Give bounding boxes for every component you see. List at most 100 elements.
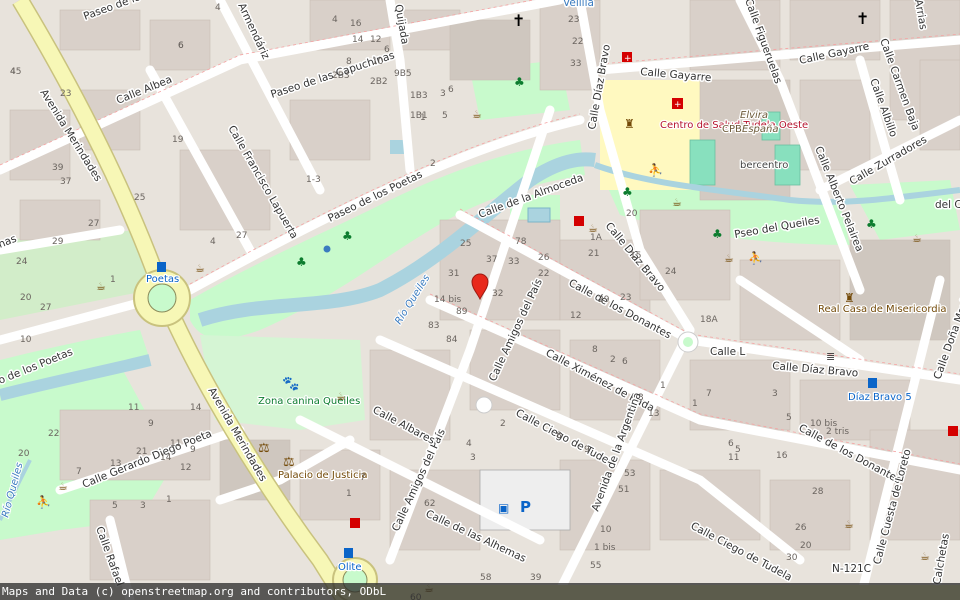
fitness-icon-2: ⛹ xyxy=(36,494,51,509)
house-number: 4 xyxy=(215,3,221,13)
house-number: 4 xyxy=(332,15,338,25)
house-number: 39 xyxy=(530,573,542,583)
house-number: 10 xyxy=(600,525,612,535)
house-number: 3 xyxy=(638,393,644,403)
house-number: 83 xyxy=(428,321,439,331)
house-number: 8 xyxy=(592,345,598,355)
house-number: 9 xyxy=(584,445,590,455)
house-number: 1 xyxy=(166,495,172,505)
label-calle-l: Calle L xyxy=(710,346,745,358)
house-number: 1 xyxy=(110,275,116,285)
house-number: 19 xyxy=(172,135,184,145)
house-number: 6 xyxy=(178,41,184,51)
house-number: 13 xyxy=(110,459,121,469)
house-number: 1 bis xyxy=(594,543,616,553)
church-icon: ✝ xyxy=(512,11,525,30)
house-number: 33 xyxy=(508,257,519,267)
monument-icon: ♜ xyxy=(844,291,855,305)
poi-diazbravo-stop: Díaz Bravo 5 xyxy=(848,391,912,403)
playground-icon-3: ♣ xyxy=(296,255,307,269)
house-number: 23 xyxy=(568,15,579,25)
house-number: 8 xyxy=(346,57,352,67)
bus-stop-icon-3 xyxy=(868,378,877,388)
fountain-icon xyxy=(323,245,331,253)
house-number: 4 xyxy=(210,237,216,247)
house-number: 24 xyxy=(665,267,677,277)
car-icon: ▣ xyxy=(498,501,509,515)
house-number: 89 xyxy=(456,307,468,317)
house-number: 6 xyxy=(384,45,390,55)
house-number: 25 xyxy=(460,239,471,249)
house-number: 21 xyxy=(588,249,599,259)
house-number: 55 xyxy=(590,561,601,571)
cafe-icon-3: ☕ xyxy=(96,280,106,293)
cafe-icon-4: ☕ xyxy=(672,196,682,209)
house-number: 20 xyxy=(18,449,30,459)
house-number: 33 xyxy=(570,59,581,69)
house-number: 20 xyxy=(800,541,812,551)
house-number: 12 xyxy=(180,463,191,473)
house-number: 9B5 xyxy=(394,69,412,79)
cafe-icon-6: ☕ xyxy=(724,252,734,265)
house-number: 8 xyxy=(556,431,562,441)
house-number: 5 xyxy=(786,413,792,423)
house-number: 3 xyxy=(772,389,778,399)
roundabout-island xyxy=(147,283,177,313)
house-number: 31 xyxy=(448,269,459,279)
label-delc: del C xyxy=(935,199,960,211)
playground-icon: ♣ xyxy=(514,75,525,89)
house-number: 5 xyxy=(442,111,448,121)
poi-palacio: Palacio de Justicia xyxy=(278,470,367,481)
pharmacy-icon-2 xyxy=(574,216,584,226)
house-number: 4 xyxy=(10,67,16,77)
poi-cpb-label: CPB xyxy=(722,124,742,135)
house-number: 29 xyxy=(52,237,64,247)
house-number: 37 xyxy=(60,177,71,187)
house-number: 23 xyxy=(620,293,631,303)
school-icon: ♜ xyxy=(624,117,635,131)
house-number: 2 xyxy=(500,419,506,429)
house-number: 7 xyxy=(706,389,712,399)
house-number: 7 xyxy=(360,473,366,483)
roundabout-small-2 xyxy=(475,396,493,414)
house-number: 14 xyxy=(352,35,364,45)
house-number: 1-3 xyxy=(306,175,321,185)
poi-cpb-espana: España xyxy=(742,124,778,135)
cafe-icon-8: ☕ xyxy=(336,390,346,403)
poi-olite-stop: Olite xyxy=(338,562,362,573)
label-n121c: N-121C xyxy=(832,563,871,575)
house-number: 20 xyxy=(20,293,32,303)
house-number: 10 xyxy=(372,57,384,67)
house-number: 2 xyxy=(430,159,436,169)
pharmacy-icon-3 xyxy=(350,518,360,528)
pond xyxy=(527,207,551,223)
cafe-icon-11: ☕ xyxy=(920,550,930,563)
house-number: 3 xyxy=(140,501,146,511)
house-number: 15 xyxy=(630,251,641,261)
house-number: 84 xyxy=(446,335,458,345)
roundabout-small-island xyxy=(683,337,693,347)
house-number: 2B3 xyxy=(332,71,350,81)
house-number: 10 xyxy=(20,335,32,345)
house-number: 16 xyxy=(350,19,362,29)
map-attribution[interactable]: Maps and Data (c) openstreetmap.org and … xyxy=(0,583,960,600)
house-number: 11 xyxy=(170,439,181,449)
house-number: 2 tris xyxy=(826,427,849,437)
house-number: 27 xyxy=(88,219,99,229)
map-svg: Paseo de lo Armendáriz Quijada Velilla P… xyxy=(0,0,960,600)
house-number: 1B3 xyxy=(410,91,428,101)
house-number: 37 xyxy=(486,255,497,265)
house-number: 16 xyxy=(776,451,788,461)
cafe-icon-2: ☕ xyxy=(195,262,205,275)
house-number: 4 xyxy=(466,439,472,449)
house-number: 28 xyxy=(812,487,824,497)
house-number: 30 xyxy=(786,553,798,563)
courthouse-icon: ⚖ xyxy=(258,441,270,456)
map-canvas[interactable]: Paseo de lo Armendáriz Quijada Velilla P… xyxy=(0,0,960,600)
house-number: 5 xyxy=(735,445,741,455)
fitness-icon: ⛹ xyxy=(648,162,663,177)
playground-icon-6: ♣ xyxy=(866,217,877,231)
playground-icon-4: ♣ xyxy=(622,185,633,199)
house-number: 25 xyxy=(134,193,145,203)
bus-stop-icon-2 xyxy=(344,548,353,558)
